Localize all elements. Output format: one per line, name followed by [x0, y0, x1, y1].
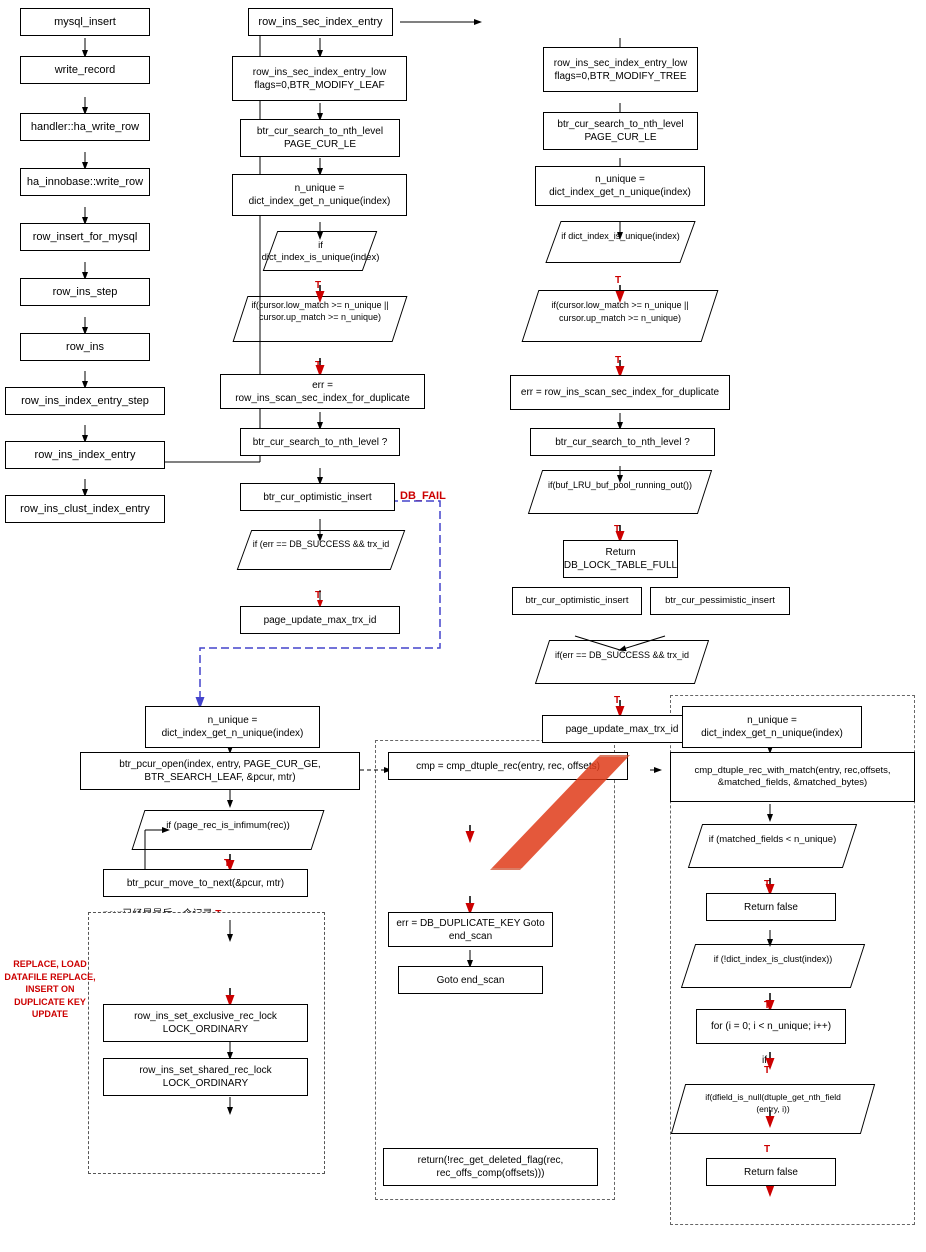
- box-btr-cur-search-nth-4: btr_cur_search_to_nth_level ?: [530, 428, 715, 456]
- box-return-db-lock: Return DB_LOCK_TABLE_FULL: [563, 540, 678, 578]
- box-mysql-insert: mysql_insert: [20, 8, 150, 36]
- box-page-update-1: page_update_max_trx_id: [240, 606, 400, 634]
- diamond-dfield-null: if(dfield_is_null(dtuple_get_nth_field(e…: [668, 1080, 878, 1138]
- box-write-record: write_record: [20, 56, 150, 84]
- box-btr-cur-search-nth-2: btr_cur_search_to_nth_level ?: [240, 428, 400, 456]
- diamond-err-db-success-2: if(err == DB_SUCCESS && trx_id: [532, 636, 712, 688]
- box-btr-cur-optimistic-1: btr_cur_optimistic_insert: [240, 483, 395, 511]
- label-T-right-1: T: [764, 879, 770, 890]
- label-replace-load: REPLACE, LOAD DATAFILE REPLACE,INSERT ON…: [0, 958, 100, 1021]
- box-btr-pcur-open: btr_pcur_open(index, entry, PAGE_CUR_GE,…: [80, 752, 360, 790]
- label-T-2: T: [315, 360, 321, 371]
- box-row-ins-step: row_ins_step: [20, 278, 150, 306]
- box-return-rec-deleted: return(!rec_get_deleted_flag(rec, rec_of…: [383, 1148, 598, 1186]
- box-btr-cur-search-nth-1: btr_cur_search_to_nth_level PAGE_CUR_LE: [240, 119, 400, 157]
- diamond-dict-unique-1: if dict_index_is_unique(index): [258, 226, 383, 276]
- box-n-unique-3: n_unique = dict_index_get_n_unique(index…: [682, 706, 862, 748]
- box-n-unique-lower: n_unique = dict_index_get_n_unique(index…: [145, 706, 320, 748]
- box-row-ins-index-entry: row_ins_index_entry: [5, 441, 165, 469]
- box-goto-end-scan: Goto end_scan: [398, 966, 543, 994]
- box-row-ins: row_ins: [20, 333, 150, 361]
- box-for-loop: for (i = 0; i < n_unique; i++): [696, 1009, 846, 1044]
- box-row-ins-set-exclusive: row_ins_set_exclusive_rec_lock LOCK_ORDI…: [103, 1004, 308, 1042]
- box-row-ins-index-entry-step: row_ins_index_entry_step: [5, 387, 165, 415]
- box-cmp-dtuple-match: cmp_dtuple_rec_with_match(entry, rec,off…: [670, 752, 915, 802]
- box-cmp-dtuple: cmp = cmp_dtuple_rec(entry, rec, offsets…: [388, 752, 628, 780]
- diamond-cursor-match-2: if(cursor.low_match >= n_unique ||cursor…: [520, 285, 720, 347]
- box-page-update-2: page_update_max_trx_id: [542, 715, 702, 743]
- box-n-unique-1: n_unique = dict_index_get_n_unique(index…: [232, 174, 407, 216]
- diamond-dict-unique-2: if dict_index_is_unique(index): [543, 217, 698, 267]
- box-btr-cur-pessimistic: btr_cur_pessimistic_insert: [650, 587, 790, 615]
- label-T-4: T: [224, 858, 230, 869]
- label-T-1: T: [315, 280, 321, 291]
- label-T-3: T: [315, 590, 321, 601]
- flowchart-diagram: mysql_insert write_record handler::ha_wr…: [0, 0, 926, 1252]
- label-T-right-4: T: [764, 1144, 770, 1155]
- box-row-ins-clust-index-entry: row_ins_clust_index_entry: [5, 495, 165, 523]
- box-btr-cur-search-nth-3: btr_cur_search_to_nth_level PAGE_CUR_LE: [543, 112, 698, 150]
- label-T-col3-2: T: [615, 355, 621, 366]
- box-err-dup-1: err = row_ins_scan_sec_index_for_duplica…: [220, 374, 425, 409]
- box-return-false-2: Return false: [706, 1158, 836, 1186]
- box-return-false-1: Return false: [706, 893, 836, 921]
- label-T-col3-4: T: [614, 695, 620, 706]
- box-n-unique-2: n_unique = dict_index_get_n_unique(index…: [535, 166, 705, 206]
- diamond-dict-index-clust: if (!dict_index_is_clust(index)): [678, 940, 868, 992]
- box-row-ins-sec-low-tree: row_ins_sec_index_entry_low flags=0,BTR_…: [543, 47, 698, 92]
- box-ha-innobase-write-row: ha_innobase::write_row: [20, 168, 150, 196]
- box-handler-ha-write-row: handler::ha_write_row: [20, 113, 150, 141]
- box-btr-cur-optimistic-2: btr_cur_optimistic_insert: [512, 587, 642, 615]
- diamond-buf-lru: if(buf_LRU_buf_pool_running_out()): [525, 466, 715, 518]
- diamond-matched-fields: if (matched_fields < n_unique): [685, 820, 860, 872]
- dashed-box-left-lower: [88, 912, 325, 1174]
- box-btr-pcur-move: btr_pcur_move_to_next(&pcur, mtr): [103, 869, 308, 897]
- box-err-dup-2: err = row_ins_scan_sec_index_for_duplica…: [510, 375, 730, 410]
- label-T-right-3: T: [764, 1065, 770, 1076]
- label-db-fail: DB_FAIL: [400, 490, 446, 502]
- box-row-ins-sec-low-leaf: row_ins_sec_index_entry_low flags=0,BTR_…: [232, 56, 407, 101]
- box-row-ins-set-shared: row_ins_set_shared_rec_lock LOCK_ORDINAR…: [103, 1058, 308, 1096]
- box-err-db-dup: err = DB_DUPLICATE_KEY Goto end_scan: [388, 912, 553, 947]
- box-row-insert-for-mysql: row_insert_for_mysql: [20, 223, 150, 251]
- diamond-err-db-success-1: if (err == DB_SUCCESS && trx_id: [236, 525, 406, 575]
- diamond-page-rec-infimum: if (page_rec_is_infimum(rec)): [128, 806, 328, 854]
- label-T-col3-3: T: [614, 524, 620, 535]
- diamond-cursor-match-1: if(cursor.low_match >= n_unique ||cursor…: [230, 290, 410, 348]
- box-row-ins-sec-index-entry: row_ins_sec_index_entry: [248, 8, 393, 36]
